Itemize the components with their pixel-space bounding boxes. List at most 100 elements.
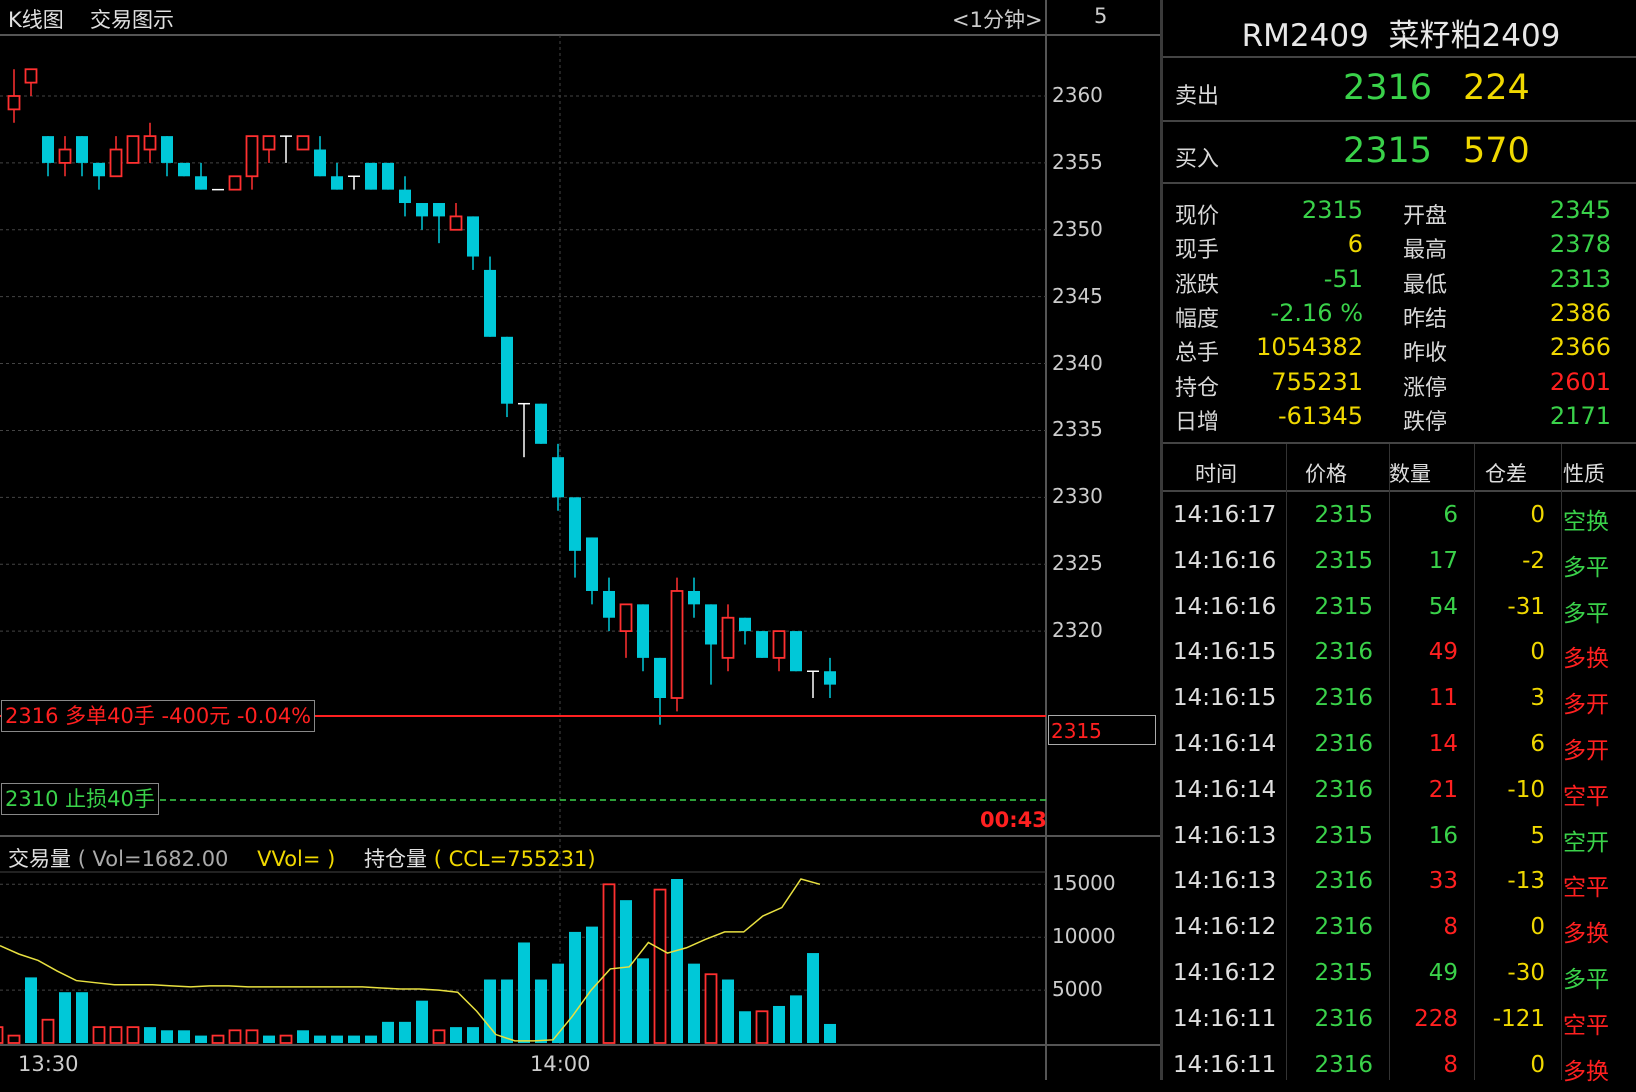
- tick-cell-n: 空平: [1563, 1012, 1609, 1039]
- tick-row[interactable]: 14:16:12 2315 49 -30 多平: [1163, 960, 1636, 1000]
- tick-cell-n: 多换: [1563, 1058, 1609, 1085]
- tick-row[interactable]: 14:16:17 2315 6 0 空换: [1163, 502, 1636, 542]
- volume-bar-down: [501, 979, 513, 1043]
- chart-area[interactable]: K线图 交易图示 <1分钟> 5 2316 多单40手 -400元 -0.04%…: [0, 0, 1160, 1080]
- tick-cell-n: 多平: [1563, 967, 1609, 993]
- tick-cell-n: 空平: [1563, 783, 1609, 810]
- candle-body-up: [143, 135, 157, 151]
- candle-body-down: [484, 269, 496, 337]
- candle-body-down: [365, 162, 377, 190]
- countdown-timer: 00:43: [980, 808, 1047, 832]
- tick-row[interactable]: 14:16:15 2316 49 0 多换: [1163, 639, 1636, 679]
- volume-bar-down: [416, 1000, 428, 1043]
- candle-body-down: [501, 336, 513, 404]
- volume-bar-down: [807, 953, 819, 1043]
- tick-row[interactable]: 14:16:14 2316 21 -10 空平: [1163, 777, 1636, 817]
- stat-value: 2171: [1549, 401, 1611, 430]
- candle-body-up: [228, 175, 242, 191]
- tick-cell-p: 2315: [1314, 547, 1373, 574]
- candle-body-up: [449, 215, 463, 231]
- volume-bar-down: [450, 1027, 462, 1043]
- tick-header-nature[interactable]: 性质: [1563, 458, 1605, 488]
- stat-label: 幅度: [1175, 306, 1220, 332]
- candle-body-down: [824, 671, 836, 685]
- tick-row[interactable]: 14:16:11 2316 228 -121 空平: [1163, 1006, 1636, 1046]
- volume-bar-down: [399, 1021, 411, 1043]
- quote-panel: RM2409 菜籽粕2409 卖出 2316 224 买入 2315 570 现…: [1160, 0, 1636, 1085]
- volume-bar-down: [790, 995, 802, 1043]
- tick-header-time[interactable]: 时间: [1195, 458, 1237, 488]
- bid-price[interactable]: 2315: [1343, 131, 1432, 171]
- tick-row[interactable]: 14:16:12 2316 8 0 多换: [1163, 914, 1636, 954]
- stat-label: 现手: [1175, 238, 1220, 264]
- candle-body-down: [467, 216, 479, 257]
- volume-bar-down: [637, 958, 649, 1043]
- price-grid: [0, 95, 1046, 632]
- volume-bar-up: [228, 1029, 242, 1044]
- ccl-value: ( CCL=755231): [433, 847, 596, 871]
- tick-cell-t: 14:16:16: [1173, 547, 1277, 574]
- divider: [1163, 120, 1636, 122]
- candle-body-down: [195, 176, 207, 190]
- price-tick: 2320: [1052, 618, 1103, 643]
- tick-cell-p: 2315: [1314, 593, 1373, 620]
- tick-cell-d: -31: [1507, 593, 1545, 620]
- candle-body-down: [790, 631, 802, 672]
- stat-label: 现价: [1175, 204, 1220, 229]
- stat-value: 6: [1347, 230, 1363, 259]
- volume-bar-up: [653, 888, 667, 1044]
- tick-cell-p: 2316: [1314, 731, 1373, 757]
- volume-bar-down: [467, 1027, 479, 1043]
- candle-body-down: [535, 403, 547, 444]
- volume-label: 交易量: [8, 847, 71, 871]
- tick-cell-d: 5: [1530, 822, 1545, 849]
- time-tick-1400: 14:00: [530, 1052, 591, 1076]
- volume-tick: 15000: [1052, 871, 1116, 896]
- candle-body-down: [76, 136, 88, 163]
- tick-row[interactable]: 14:16:13 2316 33 -13 空平: [1163, 868, 1636, 908]
- tick-cell-d: -30: [1507, 960, 1545, 986]
- volume-bar-down: [535, 979, 547, 1043]
- stop-loss-label[interactable]: 2310 止损40手: [1, 783, 159, 815]
- candle-body-up: [296, 135, 310, 151]
- stat-label: 持仓: [1175, 375, 1220, 401]
- tick-cell-q: 11: [1428, 685, 1458, 712]
- tick-row[interactable]: 14:16:16 2315 17 -2 多平: [1163, 548, 1636, 588]
- candle-body-down: [756, 631, 768, 658]
- tick-cell-n: 多平: [1563, 554, 1609, 581]
- tick-row[interactable]: 14:16:16 2315 54 -31 多平: [1163, 594, 1636, 634]
- tick-cell-t: 14:16:12: [1173, 960, 1277, 986]
- tick-header-oi-change[interactable]: 仓差: [1485, 458, 1527, 488]
- stat-value: 1054382: [1256, 333, 1363, 362]
- tick-cell-q: 228: [1414, 1005, 1458, 1032]
- stat-label: 日增: [1175, 409, 1220, 435]
- ask-price[interactable]: 2316: [1343, 68, 1432, 108]
- volume-bar-down: [25, 977, 37, 1043]
- volume-header: 交易量 ( Vol=1682.00 VVol= ) 持仓量 ( CCL=7552…: [8, 843, 596, 873]
- tick-cell-d: -121: [1492, 1005, 1545, 1032]
- candle-body-down: [739, 617, 751, 632]
- volume-bar-up: [0, 1026, 4, 1044]
- candle-body-down: [161, 136, 173, 163]
- volume-bar-down: [365, 1035, 377, 1043]
- volume-bar-up: [602, 883, 616, 1044]
- volume-bar-down: [739, 1011, 751, 1043]
- volume-bar-up: [245, 1029, 259, 1044]
- candle-body-down: [416, 203, 428, 217]
- tick-cell-p: 2315: [1314, 960, 1373, 986]
- kline-chart[interactable]: [0, 0, 1160, 1080]
- tick-row[interactable]: 14:16:11 2316 8 0 多换: [1163, 1052, 1636, 1092]
- tick-header-price[interactable]: 价格: [1305, 458, 1347, 488]
- ask-volume: 224: [1463, 68, 1530, 108]
- tick-row[interactable]: 14:16:14 2316 14 6 多开: [1163, 731, 1636, 771]
- tick-header-qty[interactable]: 数量: [1389, 458, 1431, 488]
- candle-body-up: [262, 135, 276, 151]
- tick-row[interactable]: 14:16:13 2315 16 5 空开: [1163, 823, 1636, 863]
- tick-cell-p: 2315: [1314, 502, 1373, 528]
- tick-cell-n: 多开: [1563, 692, 1609, 719]
- tick-row[interactable]: 14:16:15 2316 11 3 多开: [1163, 685, 1636, 725]
- volume-bar-down: [518, 942, 530, 1043]
- volume-bar-up: [704, 973, 718, 1044]
- long-order-label[interactable]: 2316 多单40手 -400元 -0.04%: [1, 700, 316, 732]
- tick-cell-n: 空换: [1563, 509, 1609, 535]
